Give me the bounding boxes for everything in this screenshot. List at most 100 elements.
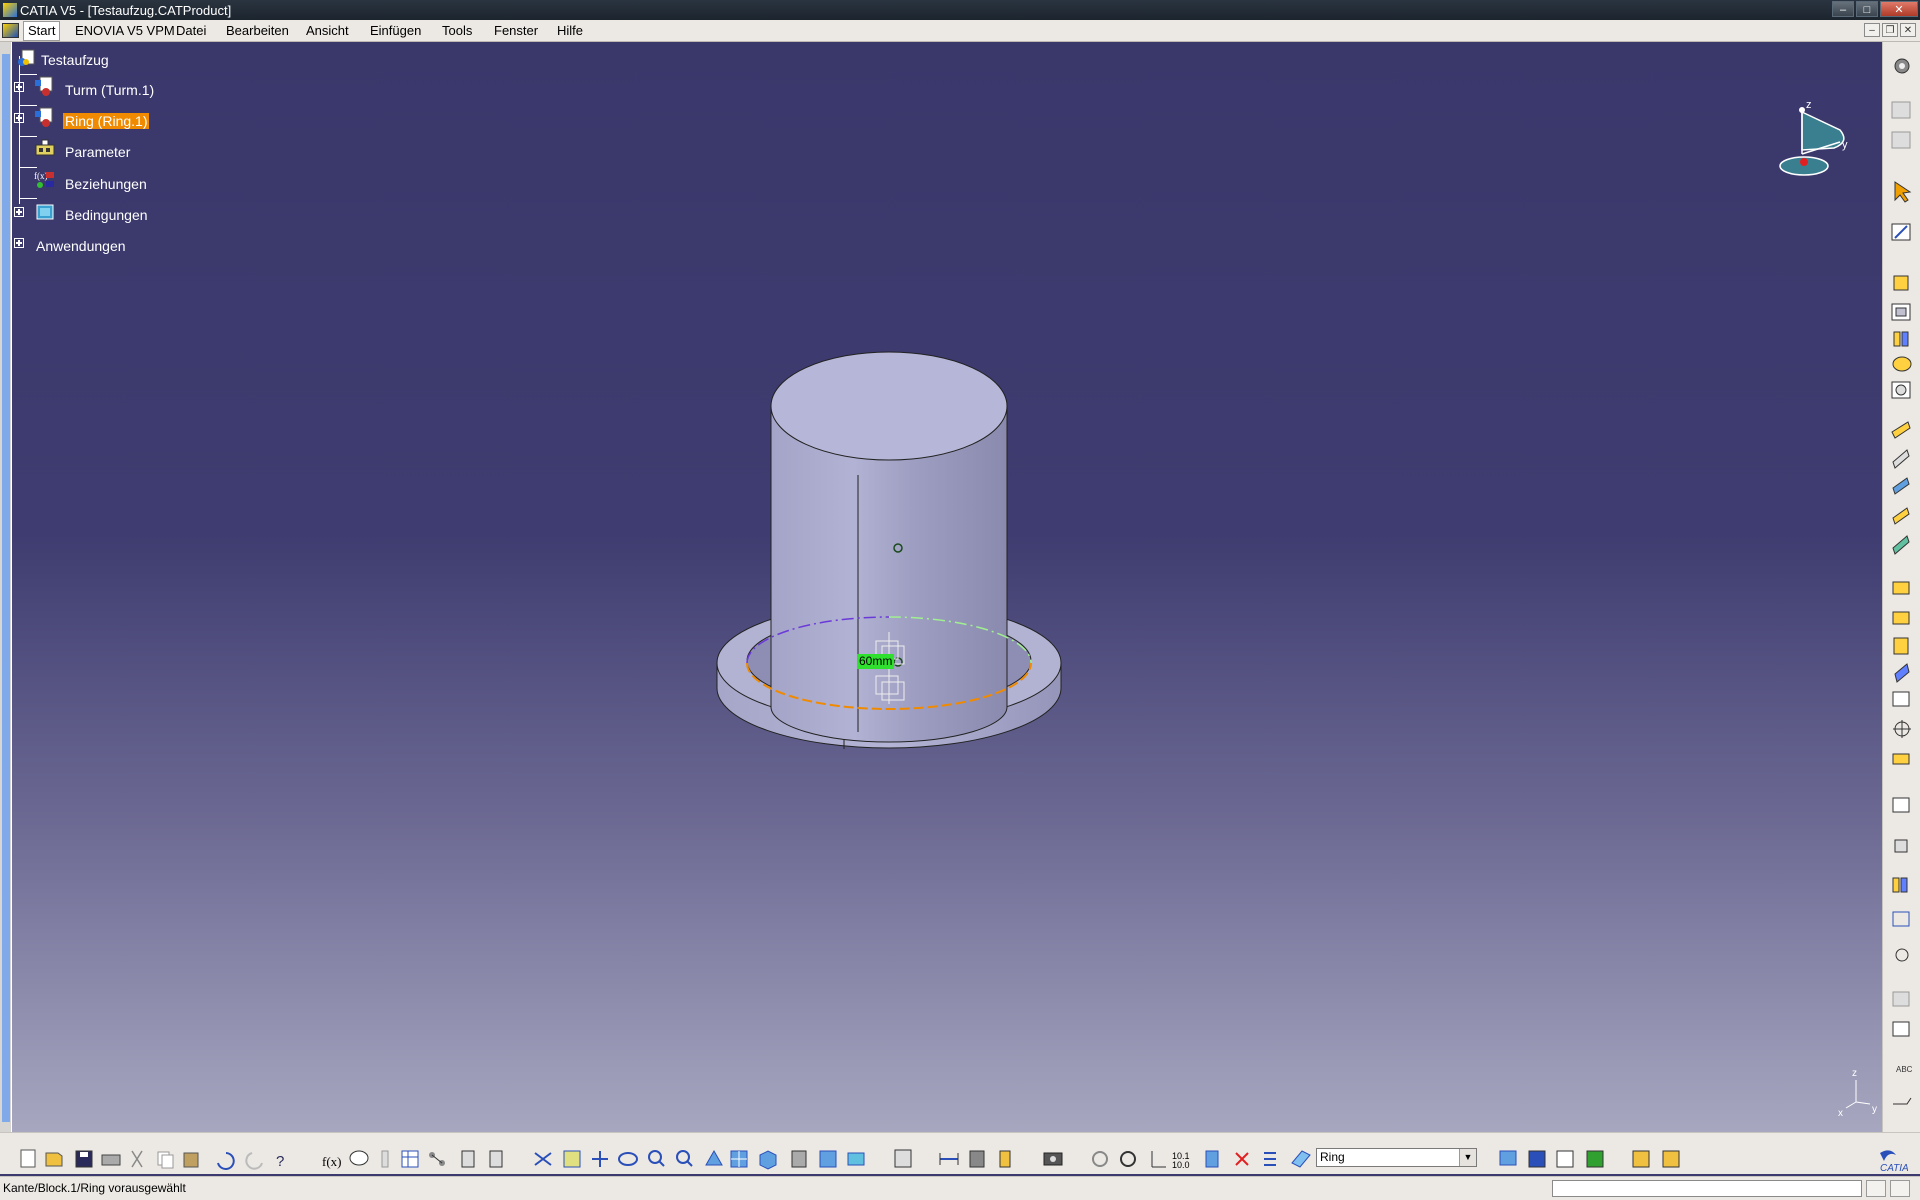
annotation-icon[interactable]	[1893, 1097, 1912, 1105]
expand-icon[interactable]	[14, 207, 24, 217]
cross-icon[interactable]	[1235, 1152, 1249, 1166]
arrow-select-icon[interactable]	[1894, 181, 1912, 203]
compass-icon[interactable]	[1779, 107, 1845, 176]
expand-icon[interactable]	[14, 82, 24, 92]
menu-hilfe[interactable]: Hilfe	[557, 23, 583, 38]
command-input[interactable]	[1552, 1180, 1862, 1197]
catia-app-icon[interactable]	[3, 3, 17, 17]
render-icon[interactable]	[1632, 1150, 1650, 1168]
chamfer-icon[interactable]	[1892, 581, 1910, 595]
hide-show-icon[interactable]	[819, 1150, 837, 1168]
doc-minimize-button[interactable]: –	[1864, 23, 1880, 37]
hole-icon[interactable]	[1891, 381, 1911, 399]
inertia-icon[interactable]	[969, 1150, 985, 1168]
tree-node-beziehungen[interactable]: Beziehungen	[65, 176, 147, 192]
menu-ansicht[interactable]: Ansicht	[306, 23, 349, 38]
select-icon[interactable]	[563, 1150, 581, 1168]
menu-start[interactable]: Start	[23, 21, 61, 41]
layer-icon[interactable]	[1205, 1150, 1219, 1168]
weight-icon[interactable]	[999, 1150, 1011, 1168]
thread-icon[interactable]	[1892, 691, 1910, 707]
constraints-icon[interactable]	[34, 201, 56, 221]
document-icon[interactable]	[2, 23, 19, 38]
comment-icon[interactable]	[349, 1150, 369, 1166]
pan-icon[interactable]	[592, 1151, 608, 1167]
options-icon[interactable]	[1894, 58, 1910, 74]
shading-icon[interactable]	[791, 1150, 807, 1168]
rotate-icon[interactable]	[618, 1152, 638, 1166]
paint-icon[interactable]	[1499, 1150, 1517, 1166]
status-button[interactable]	[1866, 1180, 1886, 1197]
tree-root-testaufzug[interactable]: Testaufzug	[41, 52, 109, 68]
relations-icon[interactable]: f(x)	[34, 170, 56, 190]
scale-icon[interactable]	[1894, 839, 1908, 853]
maximize-button[interactable]: □	[1856, 1, 1878, 17]
save-icon[interactable]	[75, 1150, 93, 1168]
analysis-icon[interactable]	[1556, 1150, 1574, 1168]
stiffener-icon[interactable]	[1892, 477, 1910, 495]
chevron-down-icon[interactable]: ▼	[1459, 1149, 1476, 1166]
pattern-icon[interactable]	[1892, 797, 1910, 813]
doc-restore-button[interactable]: ❐	[1882, 23, 1898, 37]
zoom-in-icon[interactable]	[648, 1150, 665, 1167]
menu-bearbeiten[interactable]: Bearbeiten	[226, 23, 289, 38]
normal-view-icon[interactable]	[705, 1149, 723, 1166]
camera-icon[interactable]	[1043, 1152, 1063, 1166]
menu-datei[interactable]: Datei	[176, 23, 206, 38]
tree-node-anwendungen[interactable]: Anwendungen	[36, 238, 126, 254]
help-icon[interactable]: ?	[276, 1153, 284, 1170]
slot-icon[interactable]	[1892, 449, 1910, 469]
menu-tools[interactable]: Tools	[442, 23, 472, 38]
fillet-icon[interactable]	[1892, 535, 1910, 555]
bill-icon[interactable]	[489, 1150, 503, 1168]
pad-icon[interactable]	[1893, 275, 1909, 291]
add-icon[interactable]	[1895, 948, 1909, 962]
list-icon[interactable]	[1264, 1152, 1276, 1166]
sketcher-icon[interactable]	[1891, 223, 1911, 241]
graph-icon[interactable]	[1528, 1150, 1546, 1168]
remove-icon[interactable]	[1892, 991, 1910, 1007]
part-icon[interactable]	[34, 76, 56, 96]
drafting-icon[interactable]	[1891, 101, 1911, 119]
thickness-icon[interactable]	[1894, 663, 1910, 683]
number-icon[interactable]: 10.110.0	[1172, 1151, 1190, 1170]
undo-icon[interactable]	[217, 1152, 235, 1170]
vertical-scrollbar[interactable]	[0, 42, 12, 1132]
menu-fenster[interactable]: Fenster	[494, 23, 538, 38]
catalog-icon[interactable]	[461, 1150, 475, 1168]
viewer-icon[interactable]	[1662, 1150, 1680, 1168]
tree-node-ring[interactable]: Ring (Ring.1)	[63, 113, 150, 129]
3d-scene[interactable]: z y z x y	[12, 42, 1882, 1132]
paste-icon[interactable]	[183, 1152, 199, 1168]
mirror-icon[interactable]	[1892, 753, 1910, 765]
pocket-icon[interactable]	[1891, 303, 1911, 321]
axis-icon[interactable]	[1151, 1151, 1166, 1168]
expand-icon[interactable]	[14, 238, 24, 248]
doc-close-button[interactable]: ✕	[1900, 23, 1916, 37]
new-icon[interactable]	[20, 1149, 36, 1168]
status-button[interactable]	[1890, 1180, 1910, 1197]
material-icon[interactable]	[1586, 1150, 1604, 1168]
part-icon[interactable]	[34, 107, 56, 127]
loft-icon[interactable]	[1892, 507, 1910, 525]
filter-icon[interactable]	[1291, 1150, 1311, 1168]
shell-icon[interactable]	[1893, 637, 1909, 655]
boolean-icon[interactable]	[1892, 877, 1908, 893]
swap-icon[interactable]	[847, 1152, 865, 1166]
menu-enovia[interactable]: ENOVIA V5 VPM	[75, 23, 175, 38]
copy-icon[interactable]	[157, 1151, 174, 1169]
redo-icon[interactable]	[245, 1152, 263, 1170]
print-icon[interactable]	[101, 1154, 121, 1166]
3d-viewport[interactable]: z y z x y 60mm Testaufzug Turm (Turm.1) …	[12, 42, 1882, 1132]
power-icon[interactable]	[1120, 1151, 1136, 1167]
measure-icon[interactable]	[939, 1153, 959, 1165]
tree-icon[interactable]	[429, 1152, 445, 1166]
translate-icon[interactable]	[1893, 720, 1911, 738]
product-icon[interactable]	[16, 48, 38, 68]
dimension-label[interactable]: 60mm	[857, 654, 895, 669]
rib-icon[interactable]	[1891, 421, 1911, 439]
close-button[interactable]: ✕	[1880, 1, 1918, 17]
menu-einfuegen[interactable]: Einfügen	[370, 23, 421, 38]
sketch-icon[interactable]	[381, 1150, 389, 1168]
update-icon[interactable]	[894, 1149, 912, 1168]
